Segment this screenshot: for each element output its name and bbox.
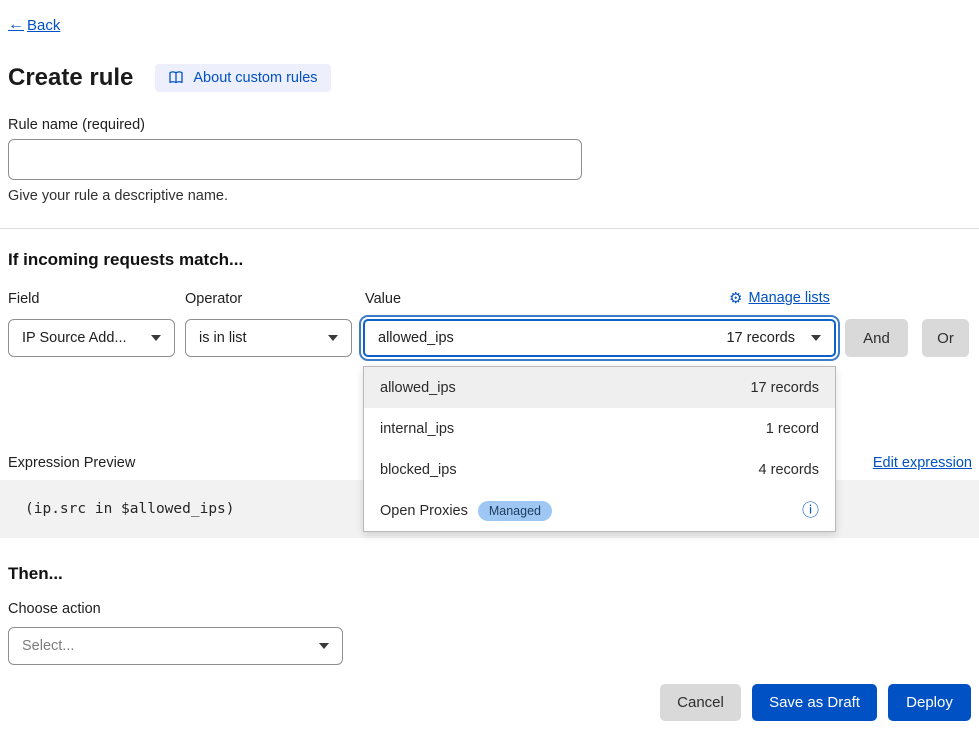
section-divider <box>0 228 979 229</box>
title-row: Create rule About custom rules <box>8 64 331 92</box>
page-title: Create rule <box>8 64 133 92</box>
list-dropdown: allowed_ips 17 records internal_ips 1 re… <box>363 366 836 532</box>
gear-icon: ⚙ <box>729 291 742 306</box>
manage-lists-label: Manage lists <box>748 290 829 306</box>
cancel-button[interactable]: Cancel <box>660 684 741 721</box>
list-item-records: 17 records <box>750 380 819 396</box>
deploy-button[interactable]: Deploy <box>888 684 971 721</box>
and-button[interactable]: And <box>845 319 908 357</box>
or-button[interactable]: Or <box>922 319 969 357</box>
value-select-records: 17 records <box>726 330 795 346</box>
list-item-name: blocked_ips <box>380 462 457 478</box>
manage-lists-link[interactable]: ⚙ Manage lists <box>729 290 830 306</box>
field-select-value: IP Source Add... <box>22 330 127 346</box>
edit-expression-link[interactable]: Edit expression <box>873 455 972 471</box>
action-select-placeholder: Select... <box>22 638 74 654</box>
save-as-draft-button[interactable]: Save as Draft <box>752 684 877 721</box>
value-column-label: Value <box>365 291 401 307</box>
chevron-down-icon <box>319 643 329 649</box>
value-select-value: allowed_ips <box>378 330 454 346</box>
list-item-allowed-ips[interactable]: allowed_ips 17 records <box>364 367 835 408</box>
expression-preview-label: Expression Preview <box>8 455 135 471</box>
back-link[interactable]: ← Back <box>8 16 60 34</box>
rule-name-input[interactable] <box>8 139 582 180</box>
info-icon[interactable]: ⓘ <box>802 502 819 519</box>
list-item-name: allowed_ips <box>380 380 456 396</box>
about-label: About custom rules <box>193 70 317 86</box>
rule-name-help: Give your rule a descriptive name. <box>8 188 228 204</box>
list-item-records: 4 records <box>759 462 819 478</box>
operator-select-value: is in list <box>199 330 247 346</box>
list-item-open-proxies[interactable]: Open Proxies Managed ⓘ <box>364 490 835 531</box>
create-rule-page: ← Back Create rule About custom rules Ru… <box>0 0 979 739</box>
list-item-name: internal_ips <box>380 421 454 437</box>
back-arrow-icon: ← <box>8 16 24 34</box>
book-icon <box>168 70 184 86</box>
choose-action-label: Choose action <box>8 601 101 617</box>
list-item-blocked-ips[interactable]: blocked_ips 4 records <box>364 449 835 490</box>
operator-column-label: Operator <box>185 291 242 307</box>
operator-select[interactable]: is in list <box>185 319 352 357</box>
managed-badge: Managed <box>478 501 552 521</box>
about-custom-rules-link[interactable]: About custom rules <box>155 64 330 92</box>
list-item-records: 1 record <box>766 421 819 437</box>
list-item-internal-ips[interactable]: internal_ips 1 record <box>364 408 835 449</box>
back-label: Back <box>27 17 60 34</box>
rule-name-label: Rule name (required) <box>8 117 145 133</box>
chevron-down-icon <box>811 335 821 341</box>
value-select[interactable]: allowed_ips 17 records <box>363 319 836 357</box>
field-select[interactable]: IP Source Add... <box>8 319 175 357</box>
then-section-heading: Then... <box>8 564 63 584</box>
chevron-down-icon <box>151 335 161 341</box>
field-column-label: Field <box>8 291 39 307</box>
action-select[interactable]: Select... <box>8 627 343 665</box>
list-item-name: Open Proxies <box>380 503 468 519</box>
expression-code: (ip.src in $allowed_ips) <box>25 501 235 517</box>
match-section-heading: If incoming requests match... <box>8 250 243 270</box>
chevron-down-icon <box>328 335 338 341</box>
